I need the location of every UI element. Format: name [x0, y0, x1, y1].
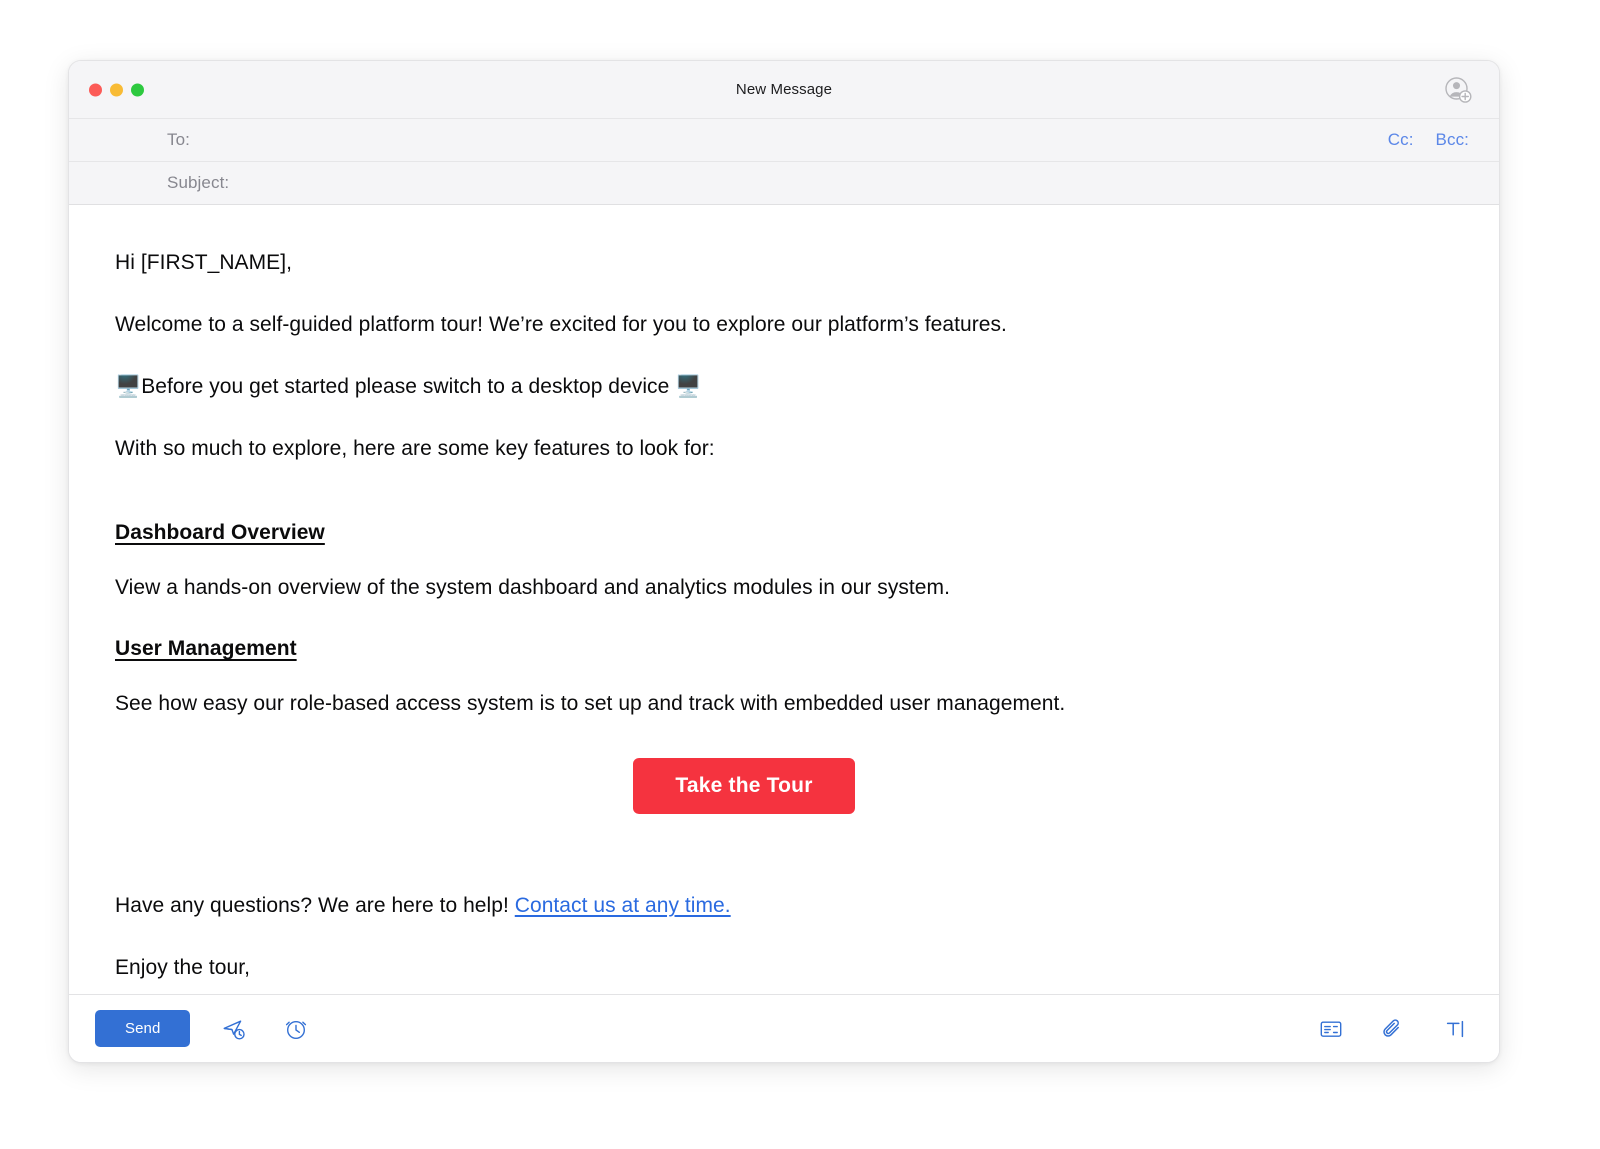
to-input[interactable]: [198, 119, 1388, 161]
traffic-lights: [89, 83, 144, 96]
new-message-window: New Message To: Cc: Bcc: Subjec: [68, 60, 1500, 1063]
screenshot-root: New Message To: Cc: Bcc: Subjec: [0, 0, 1600, 1149]
add-contact-icon: [1443, 75, 1473, 105]
section-text-dashboard-overview: View a hands-on overview of the system d…: [115, 574, 1453, 603]
desktop-computer-icon-left: 🖥️: [115, 374, 141, 398]
to-label: To:: [167, 130, 190, 150]
greeting-text: Hi [FIRST_NAME],: [115, 249, 1453, 278]
window-titlebar: New Message: [69, 61, 1499, 119]
bcc-button[interactable]: Bcc:: [1436, 130, 1469, 150]
window-title: New Message: [69, 81, 1499, 98]
cc-bcc-group: Cc: Bcc:: [1388, 130, 1469, 150]
schedule-send-button[interactable]: [216, 1011, 252, 1047]
insert-signature-button[interactable]: [1313, 1011, 1349, 1047]
attach-file-button[interactable]: [1375, 1011, 1411, 1047]
cta-container: Take the Tour: [115, 758, 1453, 814]
cc-button[interactable]: Cc:: [1388, 130, 1414, 150]
take-the-tour-button[interactable]: Take the Tour: [633, 758, 854, 814]
send-button[interactable]: Send: [95, 1010, 190, 1047]
add-contact-button[interactable]: [1441, 73, 1475, 107]
paperclip-icon: [1380, 1016, 1406, 1042]
subject-label: Subject:: [167, 173, 229, 193]
device-notice-text: Before you get started please switch to …: [141, 375, 669, 398]
section-heading-dashboard-overview: Dashboard Overview: [115, 519, 1453, 548]
remind-me-button[interactable]: [278, 1011, 314, 1047]
intro-paragraph: Welcome to a self-guided platform tour! …: [115, 311, 1453, 340]
desktop-computer-icon-right: 🖥️: [675, 374, 701, 398]
schedule-send-icon: [221, 1016, 247, 1042]
contact-us-link[interactable]: Contact us at any time.: [515, 894, 731, 917]
format-text-icon: [1442, 1016, 1468, 1042]
minimize-window-button[interactable]: [110, 83, 123, 96]
alarm-clock-icon: [283, 1016, 309, 1042]
features-lead-paragraph: With so much to explore, here are some k…: [115, 435, 1453, 464]
signoff-text: Enjoy the tour,: [115, 954, 1453, 983]
subject-field-row[interactable]: Subject:: [69, 162, 1499, 205]
subject-input[interactable]: [237, 162, 1469, 204]
to-field-row[interactable]: To: Cc: Bcc:: [69, 119, 1499, 162]
section-heading-user-management: User Management: [115, 635, 1453, 664]
maximize-window-button[interactable]: [131, 83, 144, 96]
section-text-user-management: See how easy our role-based access syste…: [115, 690, 1453, 719]
message-body[interactable]: Hi [FIRST_NAME], Welcome to a self-guide…: [69, 205, 1499, 994]
toolbar-left-group: Send: [95, 1010, 314, 1047]
device-notice-paragraph: 🖥️Before you get started please switch t…: [115, 372, 1453, 402]
signature-icon: [1318, 1016, 1344, 1042]
format-text-button[interactable]: [1437, 1011, 1473, 1047]
questions-paragraph: Have any questions? We are here to help!…: [115, 892, 1453, 921]
compose-toolbar: Send: [69, 994, 1499, 1062]
toolbar-right-group: [1313, 1011, 1473, 1047]
questions-text: Have any questions? We are here to help!: [115, 894, 509, 917]
body-spacer: [115, 496, 1453, 519]
close-window-button[interactable]: [89, 83, 102, 96]
